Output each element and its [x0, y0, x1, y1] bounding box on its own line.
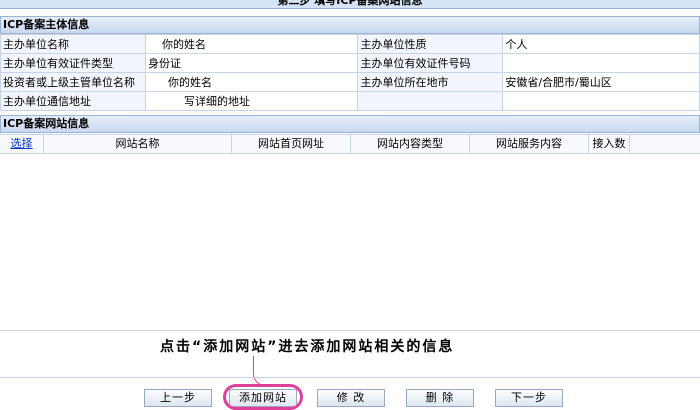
table-row: 主办单位有效证件类型 身份证 主办单位有效证件号码 — [0, 53, 700, 73]
delete-button[interactable]: 删 除 — [406, 389, 474, 407]
empty-value — [502, 91, 700, 111]
entity-section-header: ICP备案主体信息 — [0, 16, 700, 34]
column-service-content: 网站服务内容 — [470, 135, 589, 153]
empty-label — [357, 91, 504, 111]
column-access-count: 接入数 — [589, 135, 630, 153]
next-step-button[interactable]: 下一步 — [495, 389, 563, 407]
website-list-area — [0, 154, 700, 330]
entity-info-table: 主办单位名称 你的姓名 主办单位性质 个人 主办单位有效证件类型 身份证 主办单… — [0, 34, 700, 111]
investor-value: 你的姓名 — [144, 72, 359, 92]
website-table-header: 选择 网站名称 网站首页网址 网站内容类型 网站服务内容 接入数 — [0, 134, 700, 154]
select-link[interactable]: 选择 — [11, 137, 33, 150]
table-row: 投资者或上级主管单位名称 你的姓名 主办单位所在地市 安徽省/合肥市/蜀山区 — [0, 72, 700, 92]
address-value: 写详细的地址 — [144, 91, 359, 111]
org-nature-value: 个人 — [502, 34, 700, 54]
column-content-type: 网站内容类型 — [351, 135, 470, 153]
table-row: 主办单位名称 你的姓名 主办单位性质 个人 — [0, 34, 700, 54]
instruction-text: 点击“添加网站”进去添加网站相关的信息 — [160, 339, 455, 355]
prev-step-button[interactable]: 上一步 — [144, 389, 212, 407]
column-select[interactable]: 选择 — [0, 135, 44, 153]
button-row: 上一步 添加网站 修 改 删 除 下一步 — [0, 389, 700, 407]
column-filler — [630, 135, 700, 153]
id-type-value: 身份证 — [144, 53, 359, 73]
address-label: 主办单位通信地址 — [0, 91, 146, 111]
id-number-value — [502, 53, 700, 73]
divider — [0, 330, 700, 331]
org-name-label: 主办单位名称 — [0, 34, 146, 54]
location-label: 主办单位所在地市 — [357, 72, 504, 92]
divider — [0, 377, 700, 378]
add-website-button[interactable]: 添加网站 — [229, 389, 297, 407]
edit-button[interactable]: 修 改 — [317, 389, 385, 407]
step-title: 第二步 填写ICP备案网站信息 — [0, 0, 700, 9]
table-row: 主办单位通信地址 写详细的地址 — [0, 91, 700, 111]
org-name-value: 你的姓名 — [144, 34, 359, 54]
callout-arrow-icon — [253, 356, 267, 386]
location-value: 安徽省/合肥市/蜀山区 — [502, 72, 700, 92]
id-type-label: 主办单位有效证件类型 — [0, 53, 146, 73]
id-number-label: 主办单位有效证件号码 — [357, 53, 504, 73]
column-homepage-url: 网站首页网址 — [232, 135, 351, 153]
website-section-header: ICP备案网站信息 — [0, 115, 700, 133]
investor-label: 投资者或上级主管单位名称 — [0, 72, 146, 92]
column-site-name: 网站名称 — [44, 135, 232, 153]
org-nature-label: 主办单位性质 — [357, 34, 504, 54]
